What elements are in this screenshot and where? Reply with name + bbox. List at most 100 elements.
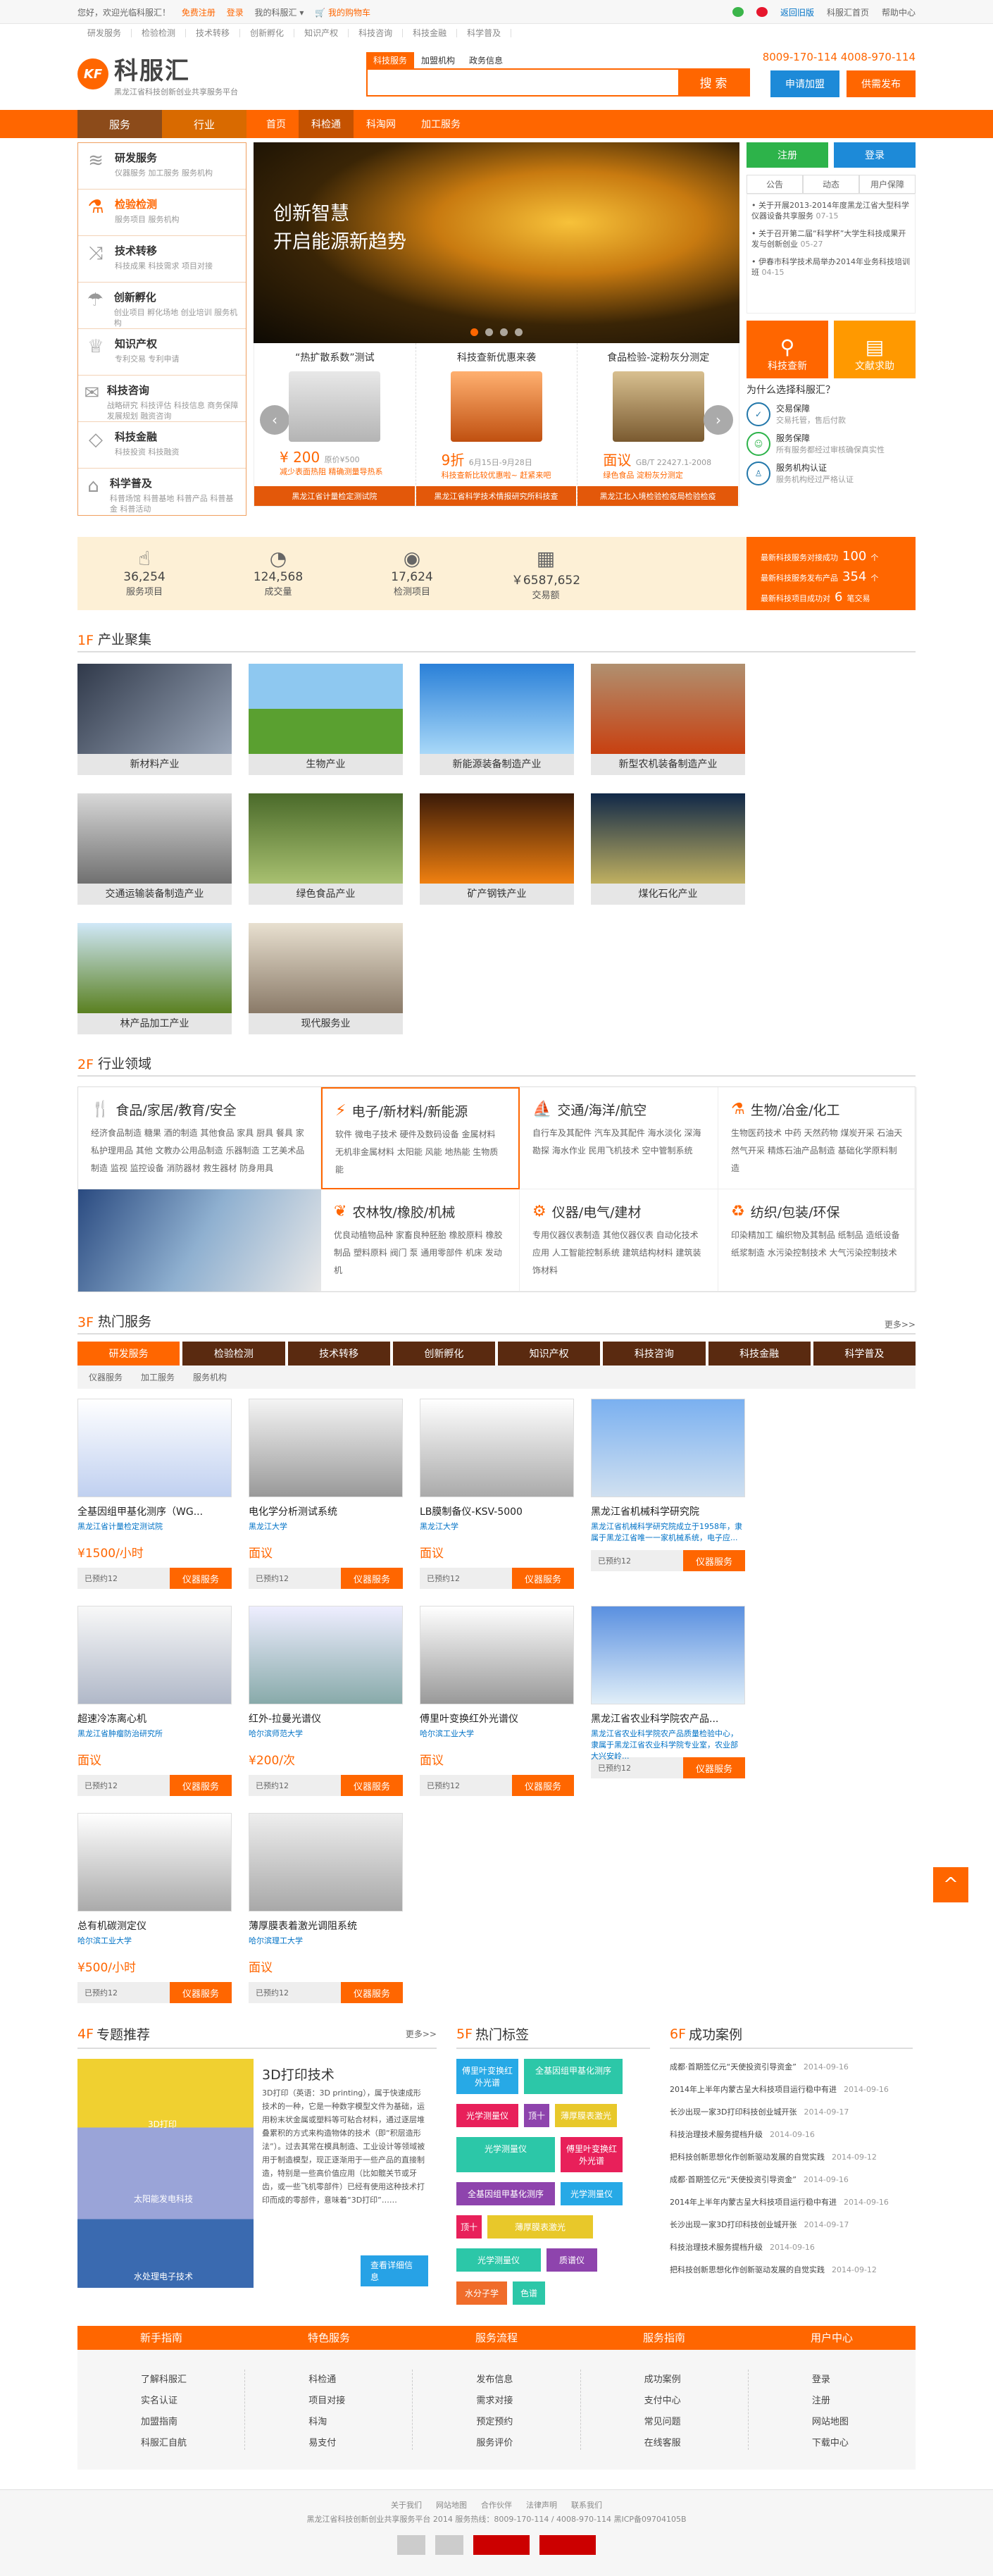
field-links[interactable]: 印染精加工 编织物及其制品 纸制品 造纸设备 纸浆制造 水污染控制技术 大气污染… <box>731 1227 904 1262</box>
instrument-service-button[interactable]: 仪器服务 <box>170 1982 232 2003</box>
old-version-link[interactable]: 返回旧版 <box>780 6 814 18</box>
banner-dot[interactable] <box>485 328 493 336</box>
tag[interactable]: 光学测量仪 <box>456 2104 518 2127</box>
wechat-icon[interactable] <box>732 7 744 17</box>
case-item[interactable]: 长沙出现一家3D打印科技创业城开张 2014-09-17 <box>670 2214 913 2236</box>
subnav-item[interactable]: 科技咨询 <box>349 29 404 37</box>
service-provider[interactable]: 哈尔滨工业大学 <box>77 1935 232 1957</box>
service-provider[interactable]: 黑龙江省肿瘤防治研究所 <box>77 1728 232 1750</box>
guide-link[interactable]: 支付中心 <box>644 2391 748 2412</box>
guide-link[interactable]: 科淘 <box>308 2412 412 2433</box>
hot-tab[interactable]: 检验检测 <box>182 1342 285 1366</box>
notice-item[interactable]: • 关于召开第二届“科学杯”大学生科技成果开发与创新创业 05-27 <box>751 228 911 249</box>
case-item[interactable]: 把科技创新思想化作创新驱动发展的自觉实践 2014-09-12 <box>670 2146 913 2169</box>
guide-link[interactable]: 科检通 <box>308 2370 412 2391</box>
guide-link[interactable]: 注册 <box>812 2391 916 2412</box>
guide-link[interactable]: 实名认证 <box>141 2391 244 2412</box>
tag[interactable]: 水分子学 <box>456 2281 507 2305</box>
hot-tab[interactable]: 科技咨询 <box>603 1342 706 1366</box>
tab-notice[interactable]: 公告 <box>747 175 803 193</box>
field-box[interactable]: ⚡ 电子/新材料/新能源 软件 微电子技术 硬件及数码设备 金属材料 无机非金属材料… <box>321 1087 520 1189</box>
banner-dot[interactable] <box>470 328 478 336</box>
industry-card[interactable]: 交通运输装备制造产业 <box>77 793 232 905</box>
hot-tab[interactable]: 知识产权 <box>498 1342 601 1366</box>
novelty-search-button[interactable]: ⚲ 科技查新 <box>747 321 828 378</box>
nav-side-service[interactable]: 服务 <box>77 110 162 138</box>
footer-link[interactable]: 联系我们 <box>571 2501 602 2510</box>
product-provider[interactable]: 黑龙江北入境检验检疫局检验检疫 <box>577 486 739 506</box>
service-title[interactable]: 黑龙江省农业科学院农产品... <box>591 1711 745 1726</box>
tag[interactable]: 色谱 <box>513 2281 545 2305</box>
instrument-service-button[interactable]: 仪器服务 <box>341 1982 403 2003</box>
subnav-item[interactable]: 知识产权 <box>294 29 349 37</box>
industry-card[interactable]: 新能源装备制造产业 <box>420 664 574 775</box>
register-button[interactable]: 注册 <box>747 142 828 168</box>
promo-product[interactable]: 科技查新优惠来袭 9折 6月15日-9月28日 科技查新比较优惠啦~ 赶紧来吧 … <box>416 343 578 506</box>
home-link[interactable]: 科服汇首页 <box>827 6 869 18</box>
subnav-item[interactable]: 检验检测 <box>132 29 187 37</box>
search-tab[interactable]: 加盟机构 <box>414 52 462 68</box>
service-image[interactable] <box>77 1813 232 1912</box>
footer-link[interactable]: 关于我们 <box>391 2501 422 2510</box>
service-title[interactable]: 电化学分析测试系统 <box>249 1504 403 1518</box>
hot-tab[interactable]: 创新孵化 <box>392 1342 495 1366</box>
service-image[interactable] <box>420 1399 574 1497</box>
tag[interactable]: 薄厚膜表激光 <box>555 2104 617 2127</box>
industry-card[interactable]: 绿色食品产业 <box>249 793 403 905</box>
topic-detail-button[interactable]: 查看详细信息 <box>361 2255 428 2286</box>
hot-tab[interactable]: 科技金融 <box>708 1342 811 1366</box>
industry-card[interactable]: 生物产业 <box>249 664 403 775</box>
field-links[interactable]: 软件 微电子技术 硬件及数码设备 金属材料 无机非金属材料 太阳能 风能 地热能… <box>335 1126 506 1179</box>
more-link[interactable]: 更多>> <box>885 1318 916 1330</box>
service-provider[interactable]: 黑龙江省农业科学院农产品质量检验中心，隶属于黑龙江省农业科学院专业室，农业部大兴… <box>591 1728 745 1761</box>
tag[interactable]: 傅里叶变换红外光谱 <box>456 2059 518 2094</box>
service-card[interactable]: 黑龙江省机械科学研究院 黑龙江省机械科学研究院成立于1958年，隶属于黑龙江省唯… <box>591 1399 745 1589</box>
service-card[interactable]: LB膜制备仪-KSV-5000 黑龙江大学 面议 已预约12 仪器服务 <box>420 1399 574 1589</box>
guide-link[interactable]: 下载中心 <box>812 2433 916 2454</box>
guide-link[interactable]: 项目对接 <box>308 2391 412 2412</box>
guide-link[interactable]: 加盟指南 <box>141 2412 244 2433</box>
register-link[interactable]: 免费注册 <box>182 8 216 18</box>
field-links[interactable]: 自行车及其配件 汽车及其配件 海水淡化 深海勘探 海水作业 民用飞机技术 空中管… <box>532 1125 705 1160</box>
hot-tab[interactable]: 研发服务 <box>77 1342 180 1366</box>
tag[interactable]: 顶十 <box>456 2215 482 2238</box>
guide-link[interactable]: 成功案例 <box>644 2370 748 2391</box>
industry-card[interactable]: 新材料产业 <box>77 664 232 775</box>
site-logo[interactable]: KF 科服汇 黑龙江省科技创新创业共享服务平台 <box>77 51 366 97</box>
hot-subtab[interactable]: 加工服务 <box>141 1371 175 1383</box>
service-image[interactable] <box>77 1606 232 1704</box>
industry-card[interactable]: 现代服务业 <box>249 923 403 1034</box>
search-tab[interactable]: 政务信息 <box>462 52 510 68</box>
service-provider[interactable]: 黑龙江大学 <box>420 1521 574 1543</box>
category-item[interactable]: ⌂ 科学普及 科普场馆 科普基地 科普产品 科普基金 科普活动 <box>78 469 246 515</box>
field-links[interactable]: 专用仪器仪表制造 其他仪器仪表 自动化技术应用 人工智能控制系统 建筑结构材料 … <box>532 1227 705 1280</box>
nav-item[interactable]: 科淘网 <box>354 110 408 138</box>
service-card[interactable]: 电化学分析测试系统 黑龙江大学 面议 已预约12 仪器服务 <box>249 1399 403 1589</box>
search-tab[interactable]: 科技服务 <box>366 51 415 68</box>
next-arrow-icon[interactable]: › <box>704 405 733 435</box>
subnav-item[interactable]: 创新孵化 <box>240 29 295 37</box>
service-title[interactable]: 薄厚膜表着激光调阻系统 <box>249 1919 403 1933</box>
field-box[interactable]: 🍴 食品/家居/教育/安全 经济食品制造 糖果 酒的制造 其他食品 家具 厨具 餐具… <box>78 1087 321 1189</box>
cart-link[interactable]: 🛒 我的购物车 <box>315 8 379 18</box>
category-item[interactable]: ⤨ 技术转移 科技成果 科技需求 项目对接 <box>78 236 246 283</box>
case-item[interactable]: 科技治理技术服务提档升级 2014-09-16 <box>670 2236 913 2259</box>
field-box[interactable]: ⚗ 生物/冶金/化工 生物医药技术 中药 天然药物 煤炭开采 石油天然气开采 精炼石… <box>718 1087 917 1189</box>
guide-link[interactable]: 登录 <box>812 2370 916 2391</box>
hot-tab[interactable]: 技术转移 <box>287 1342 390 1366</box>
police-badge-icon[interactable] <box>397 2535 425 2555</box>
guide-link[interactable]: 网站地图 <box>812 2412 916 2433</box>
topic-image[interactable]: 3D打印 太阳能发电科技 水处理电子技术 <box>77 2059 254 2288</box>
guide-link[interactable]: 服务评价 <box>476 2433 580 2454</box>
tag[interactable]: 光学测量仪 <box>456 2137 555 2172</box>
tag[interactable]: 薄厚膜表激光 <box>487 2215 593 2238</box>
guide-link[interactable]: 科服汇自航 <box>141 2433 244 2454</box>
case-item[interactable]: 把科技创新思想化作创新驱动发展的自觉实践 2014-09-12 <box>670 2259 913 2281</box>
trusted-site-badge-icon[interactable] <box>473 2535 530 2555</box>
service-card[interactable]: 总有机碳测定仪 哈尔滨工业大学 ¥500/小时 已预约12 仪器服务 <box>77 1813 232 2003</box>
tab-news[interactable]: 动态 <box>803 175 859 193</box>
industry-card[interactable]: 新型农机装备制造产业 <box>591 664 745 775</box>
service-card[interactable]: 薄厚膜表着激光调阻系统 哈尔滨理工大学 面议 已预约12 仪器服务 <box>249 1813 403 2003</box>
service-image[interactable] <box>249 1399 403 1497</box>
instrument-service-button[interactable]: 仪器服务 <box>512 1775 574 1796</box>
